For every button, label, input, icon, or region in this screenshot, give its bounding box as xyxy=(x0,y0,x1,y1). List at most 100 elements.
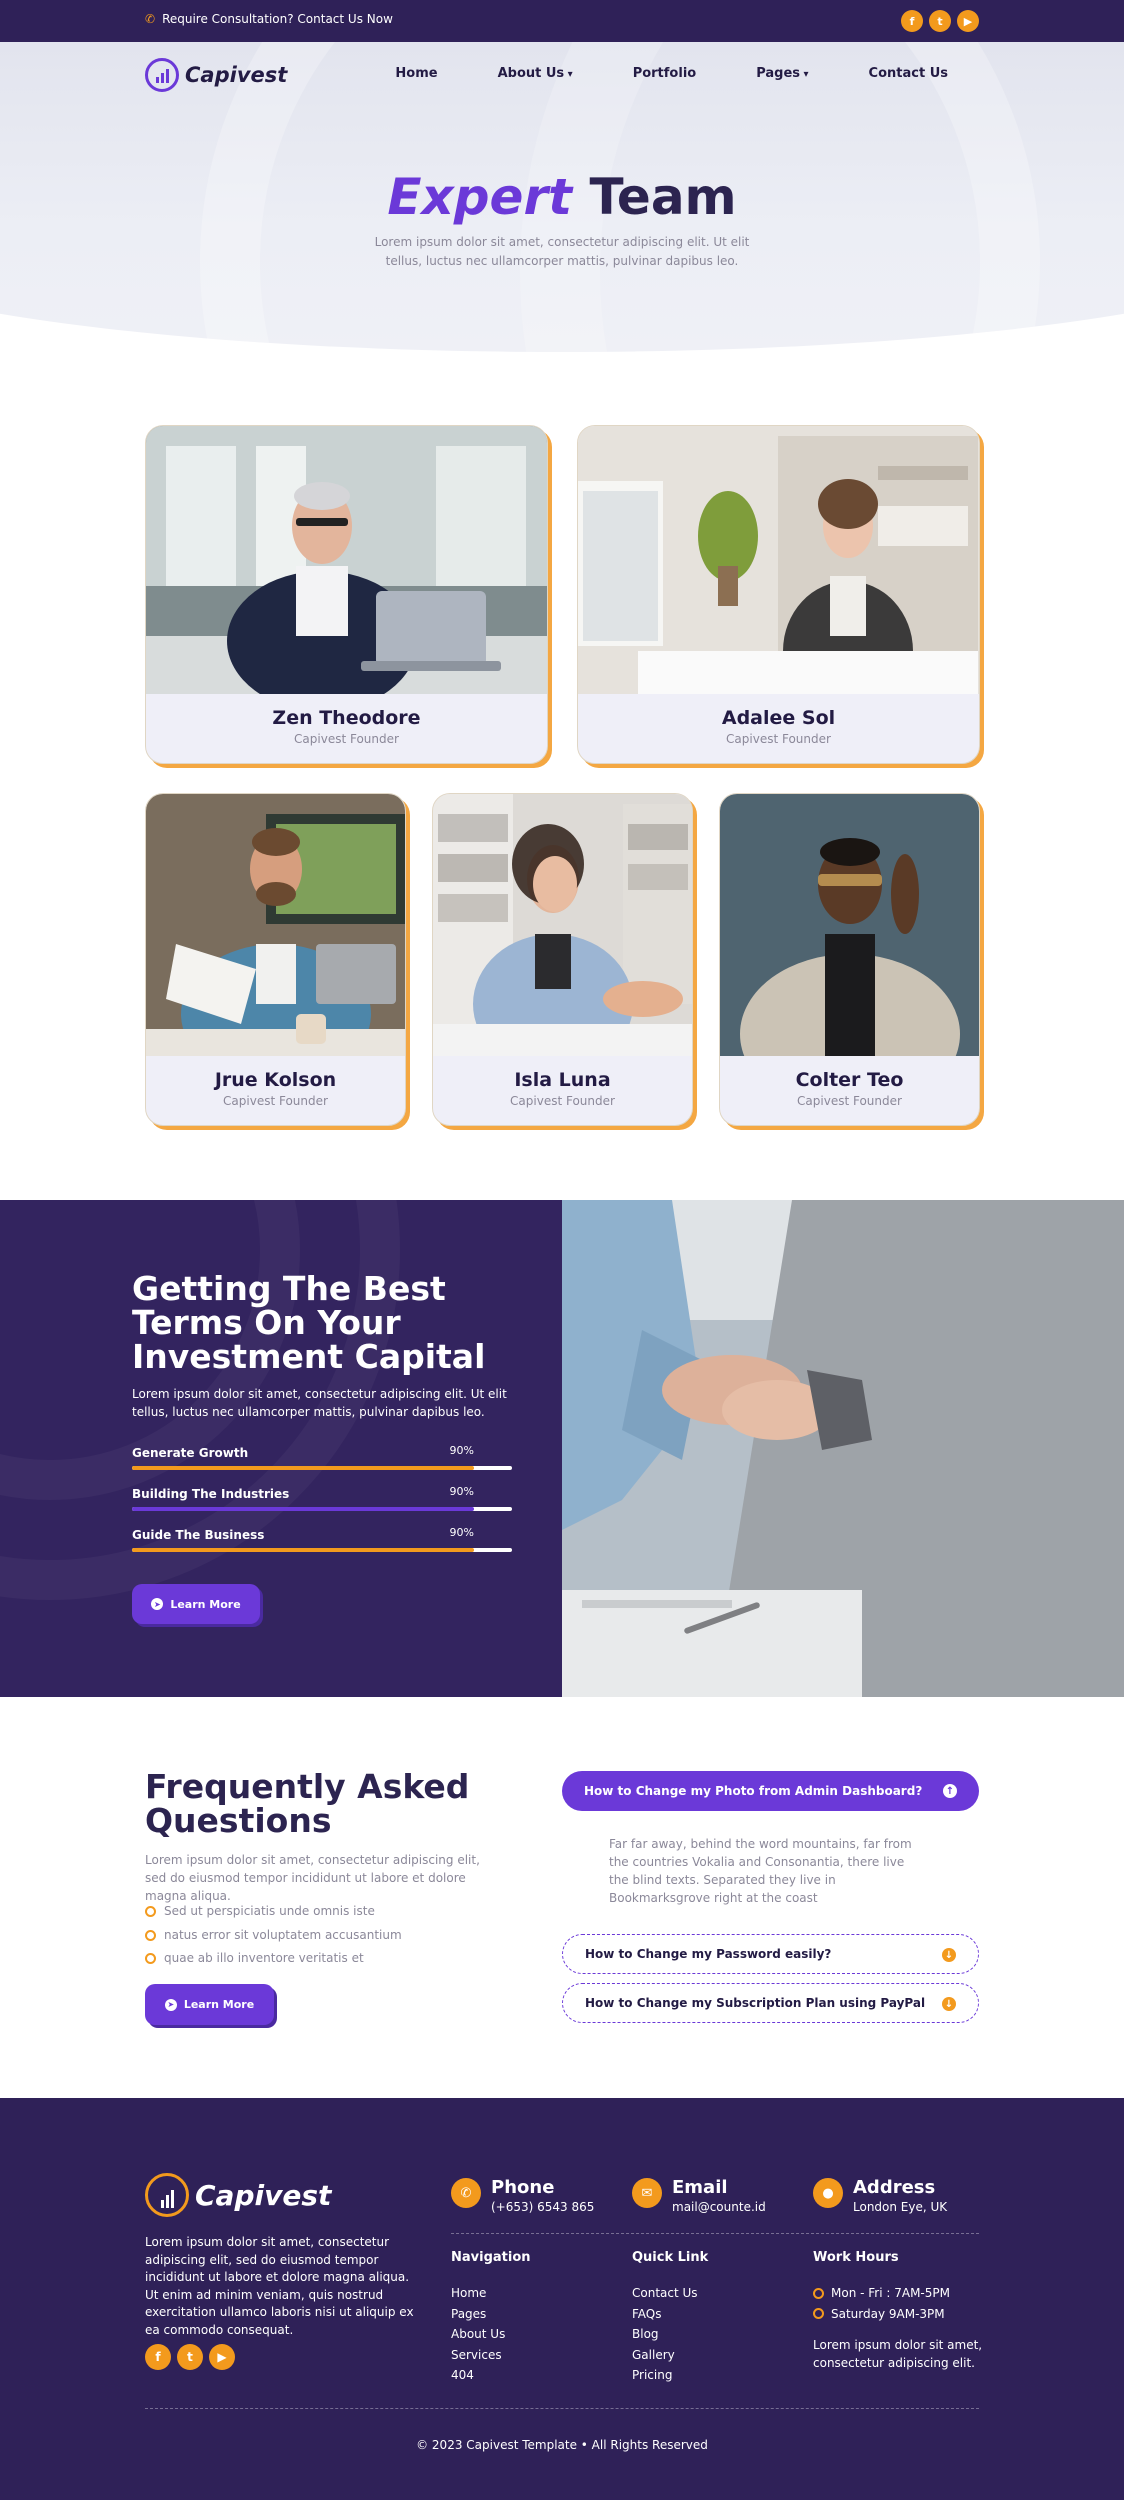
footer: Capivest Lorem ipsum dolor sit amet, con… xyxy=(0,2098,1124,2500)
team-card[interactable]: Jrue Kolson Capivest Founder xyxy=(145,793,406,1126)
progress-building-industries: Building The Industries 90% xyxy=(132,1485,512,1517)
phone-icon: ✆ xyxy=(145,12,156,26)
nav-home[interactable]: Home xyxy=(395,66,437,81)
top-socials: f t ▶ xyxy=(901,10,979,32)
copyright: © 2023 Capivest Template • All Rights Re… xyxy=(416,2438,708,2452)
footer-link[interactable]: About Us xyxy=(451,2324,531,2345)
team-photo xyxy=(146,426,547,694)
team-photo xyxy=(578,426,979,694)
member-name: Colter Teo xyxy=(795,1069,904,1091)
location-icon: ● xyxy=(813,2178,843,2208)
footer-link[interactable]: Services xyxy=(451,2345,531,2366)
info-value: mail@counte.id xyxy=(672,2200,766,2214)
hours-note: Lorem ipsum dolor sit amet, consectetur … xyxy=(813,2338,983,2370)
faq-list-text: Sed ut perspiciatis unde omnis iste xyxy=(164,1904,375,1918)
footer-link[interactable]: Blog xyxy=(632,2324,708,2345)
nav-about-us[interactable]: About Us xyxy=(498,66,573,81)
faq-item[interactable]: How to Change my Subscription Plan using… xyxy=(562,1983,979,2023)
faq-question: How to Change my Password easily? xyxy=(585,1947,832,1961)
faq-item-open[interactable]: How to Change my Photo from Admin Dashbo… xyxy=(562,1771,979,1811)
progress-percent: 90% xyxy=(449,1526,474,1539)
member-name: Adalee Sol xyxy=(721,707,836,729)
nav-pages[interactable]: Pages xyxy=(756,66,808,81)
footer-about: Lorem ipsum dolor sit amet, consectetur … xyxy=(145,2235,414,2337)
nav-contact-us[interactable]: Contact Us xyxy=(869,66,948,81)
arrow-circle-icon: ➤ xyxy=(164,1998,177,2011)
section-title: Getting The Best Terms On Your Investmen… xyxy=(132,1269,486,1376)
nav-portfolio[interactable]: Portfolio xyxy=(633,66,697,81)
button-label: Learn More xyxy=(183,1998,255,2011)
phone-icon: ✆ xyxy=(451,2178,481,2208)
team-card[interactable]: Isla Luna Capivest Founder xyxy=(432,793,693,1126)
footer-address: ● Address London Eye, UK xyxy=(813,2178,947,2214)
clock-icon xyxy=(813,2287,824,2299)
hours-row: Saturday 9AM-3PM xyxy=(813,2304,983,2325)
progress-track xyxy=(132,1548,512,1552)
progress-label: Guide The Business xyxy=(132,1528,265,1542)
button-label: Learn More xyxy=(170,1597,241,1611)
footer-link[interactable]: FAQs xyxy=(632,2304,708,2325)
footer-link[interactable]: Gallery xyxy=(632,2345,708,2366)
team-card[interactable]: Adalee Sol Capivest Founder xyxy=(577,425,980,764)
faq-question: How to Change my Photo from Admin Dashbo… xyxy=(584,1784,923,1798)
email-icon: ✉ xyxy=(632,2178,662,2208)
logo-text: Capivest xyxy=(195,2178,332,2212)
column-title: Quick Link xyxy=(632,2250,709,2265)
learn-more-button[interactable]: ➤ Learn More xyxy=(132,1584,260,1624)
footer-socials: f t ▶ xyxy=(145,2344,235,2370)
hero-subtitle: Lorem ipsum dolor sit amet, consectetur … xyxy=(374,235,750,268)
faq-item[interactable]: How to Change my Password easily? ↓ xyxy=(562,1934,979,1974)
progress-generate-growth: Generate Growth 90% xyxy=(132,1444,512,1476)
check-icon xyxy=(145,1929,156,1941)
youtube-icon[interactable]: ▶ xyxy=(209,2344,235,2370)
faq-learn-more-button[interactable]: ➤ Learn More xyxy=(145,1984,274,2025)
clock-icon xyxy=(813,2308,824,2320)
collapse-icon[interactable]: ↑ xyxy=(943,1784,957,1798)
member-role: Capivest Founder xyxy=(223,1094,328,1108)
investment-section: Getting The Best Terms On Your Investmen… xyxy=(0,1200,562,1697)
faq-list-text: quae ab illo inventore veritatis et xyxy=(164,1951,364,1965)
expand-icon[interactable]: ↓ xyxy=(942,1948,956,1962)
expand-icon[interactable]: ↓ xyxy=(942,1997,956,2011)
twitter-icon[interactable]: t xyxy=(177,2344,203,2370)
youtube-icon[interactable]: ▶ xyxy=(957,10,979,32)
progress-guide-business: Guide The Business 90% xyxy=(132,1526,512,1558)
footer-link[interactable]: 404 xyxy=(451,2365,531,2386)
member-role: Capivest Founder xyxy=(294,732,399,746)
member-name: Zen Theodore xyxy=(272,707,421,729)
footer-link[interactable]: Pricing xyxy=(632,2365,708,2386)
header-logo[interactable]: Capivest xyxy=(145,58,287,92)
team-photo xyxy=(720,794,979,1056)
member-name: Jrue Kolson xyxy=(214,1069,337,1091)
progress-label: Building The Industries xyxy=(132,1487,290,1501)
title-rest: Team xyxy=(589,168,737,226)
team-card[interactable]: Zen Theodore Capivest Founder xyxy=(145,425,548,764)
faq-question: How to Change my Subscription Plan using… xyxy=(585,1996,926,2010)
check-icon xyxy=(145,1952,156,1964)
logo-icon xyxy=(145,2173,189,2217)
faq-list-text: natus error sit voluptatem accusantium xyxy=(164,1928,402,1942)
facebook-icon[interactable]: f xyxy=(145,2344,171,2370)
logo-icon xyxy=(145,58,179,92)
progress-fill xyxy=(132,1548,474,1552)
info-title: Phone xyxy=(491,2177,555,2198)
column-title: Work Hours xyxy=(813,2250,899,2265)
faq-text: Lorem ipsum dolor sit amet, consectetur … xyxy=(145,1853,480,1903)
footer-link[interactable]: Home xyxy=(451,2283,531,2304)
footer-link[interactable]: Pages xyxy=(451,2304,531,2325)
consultation-link[interactable]: ✆ Require Consultation? Contact Us Now xyxy=(145,12,393,26)
footer-link[interactable]: Contact Us xyxy=(632,2283,708,2304)
logo-text: Capivest xyxy=(185,63,288,87)
team-card[interactable]: Colter Teo Capivest Founder xyxy=(719,793,980,1126)
page-title: Expert Team xyxy=(0,168,1124,226)
member-role: Capivest Founder xyxy=(510,1094,615,1108)
section-text: Lorem ipsum dolor sit amet, consectetur … xyxy=(132,1387,507,1419)
footer-logo[interactable]: Capivest xyxy=(145,2173,331,2217)
facebook-icon[interactable]: f xyxy=(901,10,923,32)
top-bar: ✆ Require Consultation? Contact Us Now f… xyxy=(0,0,1124,42)
progress-track xyxy=(132,1466,512,1470)
member-role: Capivest Founder xyxy=(726,732,831,746)
twitter-icon[interactable]: t xyxy=(929,10,951,32)
info-title: Address xyxy=(853,2177,936,2198)
info-title: Email xyxy=(672,2177,728,2198)
